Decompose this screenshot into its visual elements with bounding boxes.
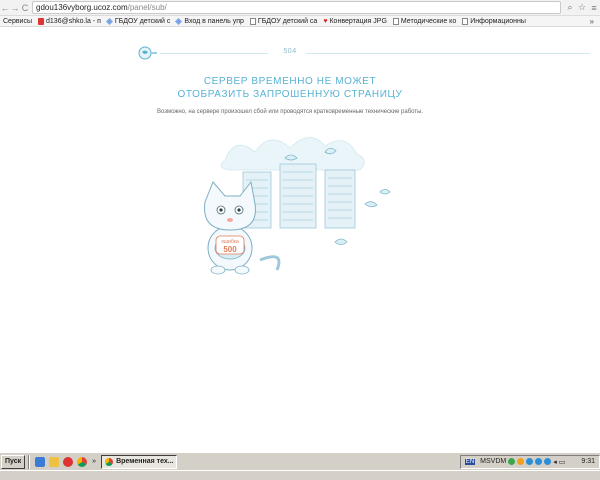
reload-icon[interactable]: C xyxy=(20,1,30,15)
bookmark-label: ГБДОУ детский с xyxy=(114,17,171,25)
bookmark-label: ГБДОУ детский са xyxy=(257,17,318,25)
taskbar-separator xyxy=(28,454,31,469)
start-button[interactable]: Пуск xyxy=(1,454,26,469)
ie-icon[interactable] xyxy=(35,456,46,467)
bookmark-gmail[interactable]: d136@shko.la - п xyxy=(35,16,104,26)
error-title-line-2: ОТОБРАЗИТЬ ЗАПРОШЕННУЮ СТРАНИЦУ xyxy=(177,89,403,100)
gmail-icon xyxy=(38,17,45,25)
opera-icon[interactable] xyxy=(63,456,74,467)
address-bar: ← → C gdou136vyborg.ucoz.com/panel/sub/ … xyxy=(0,0,600,16)
server-rack-icon xyxy=(242,163,356,229)
tray-icon[interactable] xyxy=(508,458,516,465)
tray-label: MSVDM xyxy=(480,458,507,465)
quick-launch-more[interactable]: » xyxy=(92,458,96,465)
url-host: gdou136vyborg.ucoz.com xyxy=(36,3,128,12)
chrome-icon[interactable] xyxy=(77,456,88,467)
folder-icon[interactable] xyxy=(49,456,60,467)
bookmark-label: Сервисы xyxy=(3,17,33,25)
url-path: /panel/sub/ xyxy=(127,3,167,12)
diamond-icon xyxy=(175,17,183,25)
bookmark-item[interactable]: ГБДОУ детский са xyxy=(247,16,320,26)
taskbar-window-button[interactable]: Временная тех... xyxy=(101,454,178,469)
search-icon[interactable]: ⌕ xyxy=(564,1,576,15)
bookmark-item[interactable]: Методические ко xyxy=(390,16,459,26)
volume-icon[interactable]: ◂ xyxy=(553,458,557,466)
error-subtitle: Возможно, на сервере произошел сбой или … xyxy=(156,109,424,115)
tray-icon[interactable] xyxy=(535,458,543,465)
tray-icon[interactable] xyxy=(544,458,552,465)
taskbar: Пуск » Временная тех... EN MSVDM ◂ ▭ 9:3… xyxy=(0,452,600,470)
bookmark-label: Информационны xyxy=(470,17,526,25)
bookmark-item[interactable]: Вход в панель упр xyxy=(173,16,247,26)
system-tray: EN MSVDM ◂ ▭ 9:31 xyxy=(459,454,600,469)
page-icon xyxy=(249,17,256,25)
shirt-text-bottom: 500 xyxy=(223,245,237,254)
forward-icon[interactable]: → xyxy=(10,1,20,15)
tray-icon[interactable] xyxy=(517,458,525,465)
cat-servers-illustration: ошибка 500 xyxy=(204,137,391,275)
url-field[interactable]: gdou136vyborg.ucoz.com/panel/sub/ xyxy=(32,1,561,14)
diamond-icon xyxy=(105,17,113,25)
back-icon[interactable]: ← xyxy=(0,1,10,15)
error-page: 504 СЕРВЕР ВРЕМЕННО НЕ МОЖЕТ ОТОБРАЗИТЬ … xyxy=(0,28,600,452)
bookmarks-bar: Сервисы d136@shko.la - п ГБДОУ детский с… xyxy=(0,16,600,27)
page-icon xyxy=(392,17,399,25)
menu-icon[interactable]: ≡ xyxy=(588,1,600,15)
tray-icon[interactable] xyxy=(526,458,534,465)
chrome-icon xyxy=(105,457,114,466)
bookmark-item[interactable]: ГБДОУ детский с xyxy=(104,16,174,26)
bookmarks-more-button[interactable]: » xyxy=(590,17,600,26)
bookmark-label: Вход в панель упр xyxy=(184,17,244,25)
network-icon[interactable]: ▭ xyxy=(559,458,566,466)
error-title-line-1: СЕРВЕР ВРЕМЕННО НЕ МОЖЕТ xyxy=(203,76,377,87)
bookmark-label: Конвертация JPG xyxy=(329,17,387,25)
page-icon xyxy=(462,17,469,25)
star-icon[interactable]: ☆ xyxy=(576,1,588,15)
bookmark-label: Методические ко xyxy=(400,17,457,25)
clock: 9:31 xyxy=(581,458,595,465)
taskbar-bottom-edge xyxy=(0,471,600,480)
taskbar-window-label: Временная тех... xyxy=(116,458,174,465)
heart-icon: ♥ xyxy=(323,17,328,25)
bookmark-item[interactable]: ♥ Конвертация JPG xyxy=(320,16,390,26)
language-indicator[interactable]: EN xyxy=(464,458,476,465)
error-title: СЕРВЕР ВРЕМЕННО НЕ МОЖЕТ ОТОБРАЗИТЬ ЗАПР… xyxy=(0,75,580,101)
bookmark-services[interactable]: Сервисы xyxy=(0,16,35,26)
bookmark-label: d136@shko.la - п xyxy=(46,17,101,25)
error-code: 504 xyxy=(283,48,297,55)
bookmark-item[interactable]: Информационны xyxy=(459,16,529,26)
